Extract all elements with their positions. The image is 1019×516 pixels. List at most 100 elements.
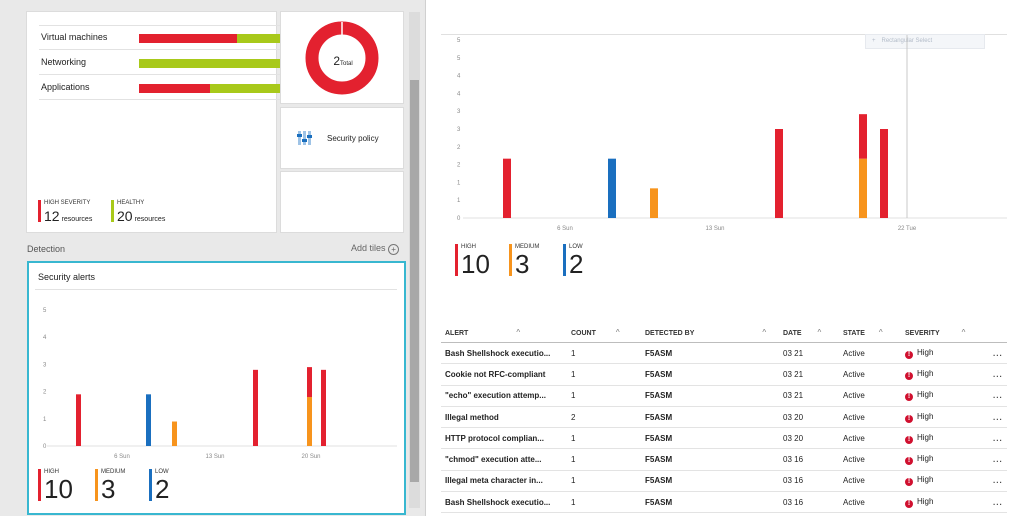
resource-row-virtual-machines[interactable]: Virtual machines (41, 31, 281, 45)
bar-high (307, 367, 312, 398)
column-header-date[interactable]: DATE ^ (779, 322, 839, 343)
severity-label: High (917, 347, 934, 357)
date-cell: 03 16 (779, 448, 839, 471)
healthy-marker (111, 200, 114, 222)
high-severity-marker (38, 200, 41, 222)
sort-icon[interactable]: ^ (962, 328, 966, 337)
alert-cell: Illegal method (441, 406, 567, 429)
table-row[interactable]: Bash Shellshock executio... 1 F5ASM 03 21 Ac… (441, 342, 1007, 365)
count-cell: 1 (567, 427, 641, 450)
y-tick-label: 0 (457, 216, 461, 222)
table-row[interactable]: Illegal method 2 F5ASM 03 20 Active! High... (441, 406, 1007, 429)
alerts-over-time-chart: 5 5 4 4 3 3 2 2 1 1 0 6 Sun 13 Sun 22 Tue (457, 35, 1007, 232)
detected-by-cell: F5ASM (641, 363, 779, 386)
sort-icon[interactable]: ^ (762, 328, 766, 337)
more-actions-button[interactable]: ... (989, 363, 1007, 386)
table-row[interactable]: Cookie not RFC-compliant 1 F5ASM 03 21 Activ… (441, 363, 1007, 386)
healthy-summary: HEALTHY 20 resources (111, 200, 181, 224)
detected-by-cell: F5ASM (641, 491, 779, 514)
more-actions-button[interactable]: ... (989, 448, 1007, 471)
state-cell: Active (839, 427, 901, 450)
y-tick-label: 2 (43, 390, 47, 396)
bar-high (253, 369, 258, 446)
security-policy-tile[interactable]: Security policy (281, 108, 403, 168)
table-row[interactable]: "echo" execution attemp... 1 F5ASM 03 21 Act… (441, 385, 1007, 407)
detected-by-cell: F5ASM (641, 342, 779, 365)
y-tick-label: 1 (43, 417, 47, 423)
sort-icon[interactable]: ^ (616, 328, 620, 337)
medium-legend-marker (509, 244, 512, 276)
column-header-count[interactable]: COUNT ^ (567, 322, 641, 343)
detected-by-cell: F5ASM (641, 406, 779, 429)
state-cell: Active (839, 385, 901, 407)
add-tiles-button[interactable]: Add tiles + (351, 243, 400, 255)
alert-cell: "echo" execution attemp... (441, 385, 567, 407)
total-donut-tile[interactable]: 2Total (281, 12, 403, 103)
severity-cell: ! High (901, 342, 989, 365)
table-row[interactable]: HTTP protocol complian... 1 F5ASM 03 20 Acti… (441, 427, 1007, 450)
column-header-state[interactable]: STATE ^ (839, 322, 901, 343)
security-policy-label: Security policy (327, 134, 379, 143)
severity-cell: ! High (901, 427, 989, 450)
detected-by-cell: F5ASM (641, 427, 779, 450)
x-tick-label: 20 Sun (301, 454, 320, 460)
count-cell: 1 (567, 363, 641, 386)
severity-cell: ! High (901, 385, 989, 407)
more-actions-button[interactable]: ... (989, 470, 1007, 493)
more-actions-button[interactable]: ... (989, 342, 1007, 365)
add-tiles-label: Add tiles (351, 243, 386, 253)
sort-icon[interactable]: ^ (879, 328, 883, 337)
more-actions-button[interactable]: ... (989, 427, 1007, 450)
date-cell: 03 16 (779, 491, 839, 514)
resource-label: Virtual machines (41, 32, 108, 42)
bar-high (859, 114, 867, 159)
count-cell: 1 (567, 470, 641, 493)
low-severity-legend: LOW 2 (149, 469, 189, 504)
severity-cell: ! High (901, 491, 989, 514)
alert-cell: Bash Shellshock executio... (441, 342, 567, 365)
state-cell: Active (839, 470, 901, 493)
table-row[interactable]: Bash Shellshock executio... 1 F5ASM 03 16 Ac… (441, 491, 1007, 514)
date-cell: 03 21 (779, 363, 839, 386)
y-tick-label: 5 (457, 56, 461, 62)
resource-health-tile[interactable]: Virtual machines Networking Applications… (27, 12, 285, 232)
column-header-alert[interactable]: ALERT ^ (441, 322, 567, 343)
sort-icon[interactable]: ^ (516, 328, 520, 337)
medium-severity-legend: MEDIUM 3 (95, 469, 135, 504)
y-tick-label: 2 (457, 163, 461, 169)
sort-icon[interactable]: ^ (818, 328, 822, 337)
y-tick-label: 5 (457, 38, 461, 44)
bar-high (76, 394, 81, 446)
column-header-severity[interactable]: SEVERITY ^ (901, 322, 989, 343)
column-header-detected-by[interactable]: DETECTED BY ^ (641, 322, 779, 343)
more-actions-button[interactable]: ... (989, 406, 1007, 429)
high-count: 10 (44, 474, 73, 504)
more-actions-button[interactable]: ... (989, 385, 1007, 407)
alerts-table: ALERT ^ COUNT ^ DETECTED BY ^ DATE ^ STATE ^ … (441, 322, 1007, 514)
date-cell: 03 20 (779, 427, 839, 450)
resource-row-applications[interactable]: Applications (41, 81, 281, 95)
more-actions-button[interactable]: ... (989, 491, 1007, 514)
x-tick-label: 13 Sun (705, 226, 724, 232)
high-severity-count: 12 resources (44, 208, 93, 224)
table-row[interactable]: Illegal meta character in... 1 F5ASM 03 16 A… (441, 470, 1007, 493)
security-alerts-tile[interactable]: Security alerts 5432106 Sun 13 Sun 20 Sun … (27, 261, 406, 515)
high-severity-legend: HIGH 10 (38, 469, 78, 504)
left-scrollbar-thumb[interactable] (410, 80, 419, 482)
severity-cell: ! High (901, 470, 989, 493)
table-row[interactable]: "chmod" execution atte... 1 F5ASM 03 16 Acti… (441, 448, 1007, 471)
resource-health-bar (139, 84, 281, 93)
empty-tile[interactable] (281, 172, 403, 232)
tile-title: Security alerts (38, 272, 96, 282)
x-tick-label: 22 Tue (898, 226, 917, 232)
severity-cell: ! High (901, 406, 989, 429)
detected-by-cell: F5ASM (641, 470, 779, 493)
bar-high (321, 369, 326, 446)
resource-row-networking[interactable]: Networking (41, 56, 281, 70)
severity-label: High (917, 390, 934, 400)
healthy-count: 20 resources (117, 208, 166, 224)
donut-total-value: 2 (333, 54, 340, 68)
x-tick-label: 6 Sun (557, 226, 573, 232)
high-severity-summary: HIGH SEVERITY 12 resources (38, 200, 108, 224)
detected-by-cell: F5ASM (641, 385, 779, 407)
